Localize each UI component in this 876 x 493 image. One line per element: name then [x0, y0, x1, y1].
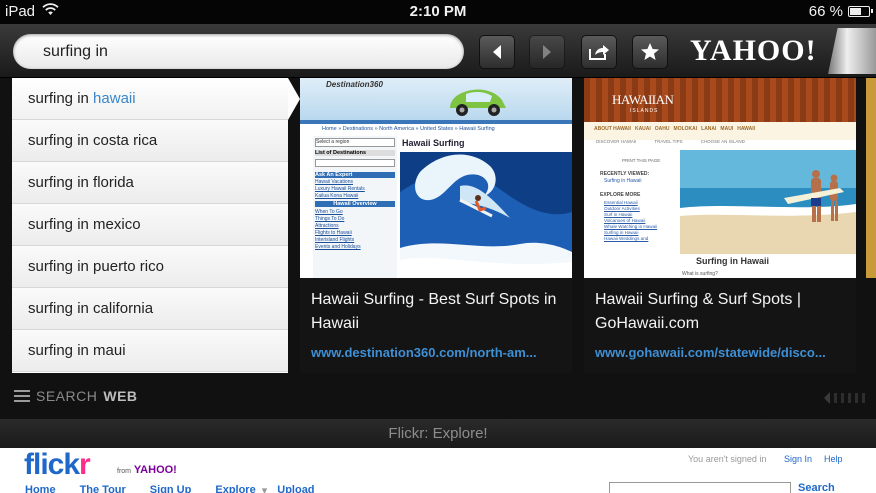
chevron-down-icon[interactable]: ▾ [262, 484, 268, 493]
thumb-link: Luxury Hawaii Rentals [315, 186, 365, 192]
star-icon [641, 43, 659, 60]
thumb-link: Events and Holidays [315, 244, 361, 250]
flickr-nav-the-tour[interactable]: The Tour [80, 484, 126, 493]
forward-button[interactable] [529, 35, 565, 69]
car-image [450, 89, 506, 116]
suggestion-item[interactable]: surfing in florida [12, 162, 288, 204]
flickr-search-input[interactable] [609, 482, 791, 493]
forward-arrow-icon [543, 45, 551, 59]
thumb-heading: Surfing in Hawaii [696, 256, 770, 266]
battery-icon [848, 6, 873, 17]
status-bar: iPad 2:10 PM 66 % [0, 0, 876, 24]
thumb-link: Surfing in Hawaii [604, 230, 639, 235]
site-logo: Destination360 [326, 80, 383, 89]
flickr-nav-home[interactable]: Home [25, 484, 56, 493]
back-button[interactable] [479, 35, 515, 69]
thumb-nav-item: HAWAII [737, 126, 755, 132]
thumb-link: Hawaii Vacations [315, 179, 353, 185]
thumb-link: Attractions [315, 223, 339, 229]
thumb-nav-item: ABOUT HAWAII [594, 126, 631, 132]
beach-photo [680, 150, 856, 254]
result-card[interactable]: HAWAIIAN ISLANDS ABOUT HAWAII KAUAI OAHU MO… [584, 78, 856, 373]
thumb-nav-item: TRAVEL TIPS [654, 139, 683, 144]
thumb-heading: Hawaii Surfing [402, 138, 465, 148]
thumb-link: Kailua Kona Hawaii [315, 193, 359, 199]
suggestion-list: surfing in hawaii surfing in costa rica su… [12, 78, 288, 373]
sign-in-link[interactable]: Sign In [784, 454, 812, 464]
share-button[interactable] [581, 35, 617, 69]
thumb-nav-item: KAUAI [634, 126, 651, 132]
clock: 2:10 PM [409, 3, 467, 20]
thumb-link: Interisland Flights [315, 237, 355, 243]
result-thumbnail[interactable]: Destination360 Home » Destinations » Nor… [300, 78, 572, 278]
suggestion-item[interactable]: surfing in hawaii [12, 78, 288, 120]
share-icon [589, 45, 609, 60]
result-thumbnail[interactable]: HAWAIIAN ISLANDS ABOUT HAWAII KAUAI OAHU MO… [584, 78, 856, 278]
next-result-peek[interactable] [866, 78, 876, 278]
thumb-nav-item: DISCOVER HAWAII [596, 139, 637, 144]
help-link[interactable]: Help [824, 454, 843, 464]
thumb-breadcrumb: Home » Destinations » North America » Un… [322, 126, 495, 132]
suggestion-item[interactable]: surfing in maui [12, 330, 288, 372]
thumb-link: When To Go [315, 209, 343, 215]
search-web-button[interactable]: SEARCH WEB [14, 388, 138, 404]
header-tab[interactable] [828, 28, 876, 74]
result-title[interactable]: Hawaii Surfing & Surf Spots | GoHawaii.c… [595, 288, 850, 336]
result-url[interactable]: www.gohawaii.com/statewide/disco... [595, 345, 850, 360]
flickr-logo[interactable]: flickr [24, 448, 91, 482]
search-content: surfing in hawaii surfing in costa rica su… [0, 78, 876, 419]
thumb-link: Things To Do [315, 216, 345, 222]
thumb-link: Flights to Hawaii [315, 230, 352, 236]
thumb-nav-item: MOLOKAI [673, 126, 698, 132]
surf-photo [400, 152, 572, 278]
sign-in-status: You aren't signed in [688, 454, 767, 464]
thumb-link: Hawaii Weddings and [604, 236, 649, 241]
flickr-nav: Home The Tour Sign Up Explore ▾ Upload [25, 484, 339, 493]
result-card[interactable]: Destination360 Home » Destinations » Nor… [300, 78, 572, 373]
battery-percent: 66 % [808, 3, 843, 20]
result-url[interactable]: www.destination360.com/north-am... [311, 345, 566, 360]
flickr-nav-sign-up[interactable]: Sign Up [150, 484, 192, 493]
paging-arrows [824, 392, 868, 407]
search-header: YAHOO! [0, 24, 876, 78]
suggestion-item[interactable]: surfing in california [12, 288, 288, 330]
result-title[interactable]: Hawaii Surfing - Best Surf Spots in Hawa… [311, 288, 566, 336]
suggestion-item[interactable]: surfing in mexico [12, 204, 288, 246]
thumb-sidebar: Select a region List of Destinations Ask… [313, 136, 397, 278]
search-input[interactable] [13, 34, 464, 69]
site-logo: HAWAIIAN [612, 92, 674, 107]
thumb-link: Outdoor Activities [604, 206, 640, 211]
menu-icon [14, 390, 30, 402]
thumb-nav-item: CHOOSE AN ISLAND [700, 139, 745, 144]
thumb-link: Whale Watching in Hawaii [604, 224, 658, 229]
suggestion-item[interactable]: surfing in puerto rico [12, 246, 288, 288]
thumb-nav-item: LANAI [701, 126, 717, 132]
back-arrow-icon [493, 45, 501, 59]
thumb-nav: ABOUT HAWAII KAUAI OAHU MOLOKAI LANAI MAUI HAW… [594, 126, 755, 132]
bookmark-button[interactable] [632, 35, 668, 69]
from-yahoo-label: from YAHOO! [117, 464, 177, 476]
thumb-link: Essential Hawaii [604, 200, 638, 205]
thumb-link: Surf in Hawaii [604, 212, 633, 217]
flickr-search-button[interactable]: Search [798, 482, 835, 493]
flickr-page: flickr from YAHOO! You aren't signed in … [0, 448, 876, 493]
flickr-nav-explore[interactable]: Explore [215, 484, 255, 493]
yahoo-logo: YAHOO! [690, 34, 817, 67]
selection-pointer [288, 78, 300, 120]
thumb-nav-item: OAHU [654, 126, 670, 132]
browser-page-title: Flickr: Explore! [0, 419, 876, 448]
suggestion-item[interactable]: surfing in costa rica [12, 120, 288, 162]
thumb-link: Volcanoes of Hawaii [604, 218, 646, 223]
thumb-nav-item: MAUI [720, 126, 734, 132]
flickr-nav-upload[interactable]: Upload [277, 484, 314, 493]
scroll-left-icon [824, 392, 865, 404]
